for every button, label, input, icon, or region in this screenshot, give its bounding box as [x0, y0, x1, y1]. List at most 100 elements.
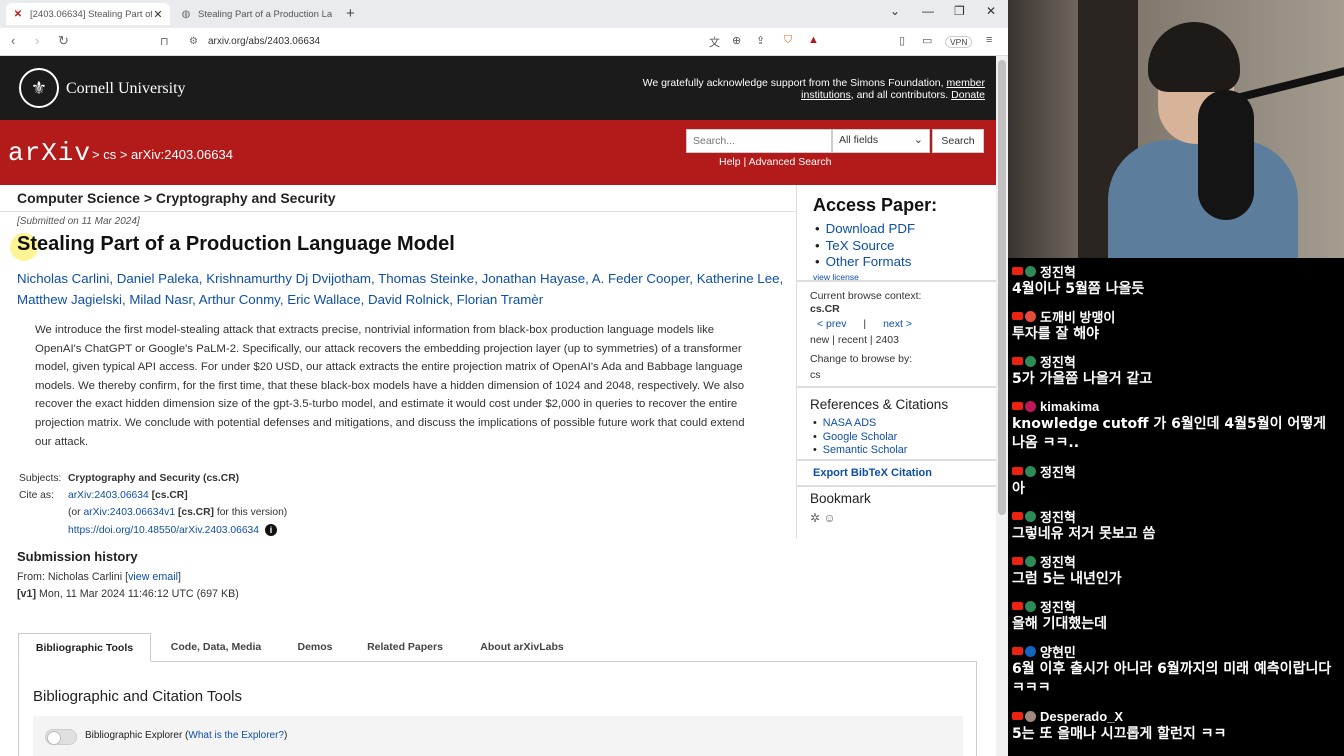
tab-bibliographic-tools[interactable]: Bibliographic Tools: [18, 633, 151, 662]
zoom-icon[interactable]: ⊕: [732, 34, 741, 47]
search-field-select[interactable]: All fields ⌄: [832, 129, 930, 153]
sidebar-toggle-icon[interactable]: ▯: [899, 34, 905, 47]
tab-search-chevron-icon[interactable]: ⌄: [890, 4, 900, 18]
tab-code-data-media[interactable]: Code, Data, Media: [156, 633, 276, 662]
download-pdf-link[interactable]: Download PDF: [815, 221, 915, 238]
chat-message: 정진혁 그렇네유 저거 못보고 씀: [1012, 507, 1340, 544]
nasa-ads-link[interactable]: NASA ADS: [813, 417, 907, 431]
bibsonomy-icon[interactable]: ✲: [810, 511, 820, 525]
share-icon[interactable]: ⇪: [756, 34, 765, 47]
brave-rewards-icon[interactable]: ▲: [808, 34, 819, 46]
subject-breadcrumb: Computer Science > Cryptography and Secu…: [17, 190, 336, 206]
search-input[interactable]: [686, 129, 832, 153]
prev-next: < prev | next >: [817, 318, 912, 330]
chat-username[interactable]: 정진혁: [1040, 352, 1076, 371]
tab-demos[interactable]: Demos: [282, 633, 348, 662]
tab-related-papers[interactable]: Related Papers: [354, 633, 456, 662]
view-email-link[interactable]: view email: [128, 571, 178, 583]
chat-username[interactable]: 정진혁: [1040, 597, 1076, 616]
explorer-toggle[interactable]: [45, 729, 77, 745]
tab-paper-pdf[interactable]: ◍ Stealing Part of a Production Lang: [174, 3, 338, 25]
what-is-explorer-link[interactable]: What is the Explorer?: [188, 730, 284, 741]
chat-avatar: [1025, 265, 1036, 277]
view-license-link[interactable]: view license: [813, 272, 859, 282]
chat-text: 투자를 잘 해야: [1012, 326, 1100, 342]
bookmark-icon[interactable]: ⊓: [160, 35, 169, 48]
context-value: cs.CR: [810, 303, 840, 315]
semantic-scholar-link[interactable]: Semantic Scholar: [813, 444, 908, 458]
bookmark-title: Bookmark: [810, 491, 871, 506]
chat-username[interactable]: 정진혁: [1040, 552, 1076, 571]
reddit-icon[interactable]: ☺: [823, 511, 835, 525]
cornell-seal-icon[interactable]: ⚜: [19, 68, 59, 108]
chat-text: 6월 이후 출시가 아니라 6월까지의 미래 예측이랍니다 ㅋㅋㅋ: [1012, 661, 1332, 696]
chat-message-header: 도깨비 방맹이: [1012, 307, 1340, 325]
maximize-icon[interactable]: ❐: [954, 4, 965, 18]
brave-shield-icon[interactable]: ⛉: [784, 34, 792, 47]
chat-message-header: 정진혁: [1012, 597, 1340, 615]
search-button[interactable]: Search: [932, 129, 984, 153]
donate-link[interactable]: Donate: [951, 89, 985, 101]
chat-username[interactable]: 정진혁: [1040, 462, 1076, 481]
history-from-end: ]: [177, 571, 181, 583]
cite-id-link[interactable]: arXiv:2403.06634: [68, 490, 149, 501]
tab-title: [2403.06634] Stealing Part of a: [30, 8, 152, 20]
prev-link[interactable]: < prev: [817, 318, 846, 330]
breadcrumb[interactable]: > cs > arXiv:2403.06634: [92, 147, 233, 162]
chat-text: 5는 또 올매나 시끄롭게 할런지 ㅋㅋ: [1012, 726, 1227, 742]
back-icon[interactable]: ‹: [11, 33, 15, 48]
chat-avatar: [1025, 710, 1036, 722]
chat-message-header: 정진혁: [1012, 552, 1340, 570]
chat-username[interactable]: 양현민: [1040, 642, 1076, 661]
wallet-icon[interactable]: ▭: [922, 34, 932, 47]
translate-icon[interactable]: 文: [709, 34, 720, 50]
tab-arxiv-abs[interactable]: ✕ [2403.06634] Stealing Part of a ✕: [6, 3, 170, 25]
chat-text: 올해 기대했는데: [1012, 616, 1108, 632]
chat-username[interactable]: 정진혁: [1040, 262, 1076, 281]
chat-message-header: kimakima: [1012, 397, 1340, 415]
chat-username[interactable]: 도깨비 방맹이: [1040, 307, 1115, 326]
ack-text: We gratefully acknowledge support from t…: [642, 77, 947, 89]
forward-icon[interactable]: ›: [35, 33, 39, 48]
browser-toolbar: ‹ › ↻ ⊓ ⚙ arxiv.org/abs/2403.06634 文 ⊕ ⇪…: [0, 28, 1008, 56]
bibliographic-tools-panel: Bibliographic and Citation Tools Bibliog…: [18, 661, 977, 756]
submission-history-title: Submission history: [17, 549, 138, 564]
author-list[interactable]: Nicholas Carlini, Daniel Paleka, Krishna…: [17, 268, 797, 310]
cite-v1-link[interactable]: arXiv:2403.06634v1: [83, 507, 175, 518]
info-icon[interactable]: i: [265, 524, 278, 536]
youtube-icon: [1012, 267, 1023, 275]
ack-mid: , and all contributors.: [850, 89, 952, 101]
chat-message-header: 정진혁: [1012, 507, 1340, 525]
google-scholar-link[interactable]: Google Scholar: [813, 431, 907, 445]
scroll-thumb[interactable]: [998, 60, 1006, 515]
chat-avatar: [1025, 355, 1036, 367]
chat-username[interactable]: Desperado_X: [1040, 709, 1123, 724]
chat-avatar: [1025, 555, 1036, 567]
minimize-icon[interactable]: —: [922, 4, 934, 18]
close-window-icon[interactable]: ✕: [986, 4, 996, 18]
new-recent-links[interactable]: new | recent | 2403: [810, 334, 899, 346]
chat-username[interactable]: 정진혁: [1040, 507, 1076, 526]
doi-link[interactable]: https://doi.org/10.48550/arXiv.2403.0663…: [68, 525, 259, 536]
other-formats-link[interactable]: Other Formats: [815, 254, 915, 271]
chat-username[interactable]: kimakima: [1040, 399, 1099, 414]
address-bar[interactable]: arxiv.org/abs/2403.06634: [208, 36, 320, 47]
page-scrollbar[interactable]: [996, 56, 1008, 756]
browse-cs-link[interactable]: cs: [810, 369, 821, 381]
close-tab-icon[interactable]: ✕: [152, 8, 164, 21]
new-tab-button[interactable]: +: [346, 5, 355, 22]
chat-text: 4월이나 5월쯤 나올듯: [1012, 281, 1145, 297]
cornell-name[interactable]: Cornell University: [66, 80, 186, 98]
chat-message-header: 양현민: [1012, 642, 1340, 660]
next-link[interactable]: next >: [883, 318, 912, 330]
tex-source-link[interactable]: TeX Source: [815, 238, 915, 255]
vpn-button[interactable]: VPN: [945, 36, 973, 48]
reload-icon[interactable]: ↻: [58, 33, 69, 49]
tab-about-arxivlabs[interactable]: About arXivLabs: [462, 633, 582, 662]
arxiv-logo[interactable]: arXiv: [8, 138, 91, 168]
export-bibtex-link[interactable]: Export BibTeX Citation: [813, 467, 932, 479]
help-advanced-search-links[interactable]: Help | Advanced Search: [719, 156, 831, 168]
menu-icon[interactable]: ≡: [986, 34, 992, 46]
panel-title: Bibliographic and Citation Tools: [33, 688, 243, 705]
site-settings-icon[interactable]: ⚙: [189, 36, 198, 47]
